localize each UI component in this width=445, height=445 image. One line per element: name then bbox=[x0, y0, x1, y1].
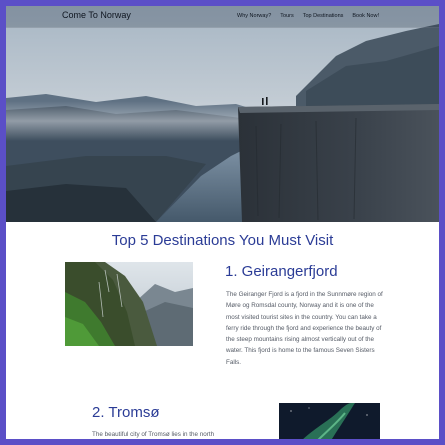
destination-title-tromso: 2. Tromsø bbox=[92, 404, 160, 421]
geirangerfjord-image bbox=[65, 262, 193, 346]
nav-link-top-destinations[interactable]: Top Destinations bbox=[303, 13, 344, 19]
hero-image bbox=[6, 6, 439, 222]
destination-title-geirangerfjord: 1. Geirangerfjord bbox=[225, 263, 338, 280]
nav-links: Why Norway? Tours Top Destinations Book … bbox=[237, 13, 379, 19]
nav-link-book-now[interactable]: Book Now! bbox=[352, 13, 379, 19]
section-title: Top 5 Destinations You Must Visit bbox=[111, 232, 334, 249]
destination-description-geirangerfjord: The Geiranger Fjord is a fjord in the Su… bbox=[226, 291, 383, 366]
navbar: Come To Norway Why Norway? Tours Top Des… bbox=[6, 6, 439, 28]
brand-link[interactable]: Come To Norway bbox=[62, 10, 131, 20]
tromso-image bbox=[279, 403, 380, 439]
nav-link-tours[interactable]: Tours bbox=[280, 13, 293, 19]
nav-link-why-norway[interactable]: Why Norway? bbox=[237, 13, 271, 19]
destination-description-tromso: The beautiful city of Tromsø lies in the… bbox=[92, 431, 215, 438]
page: Come To Norway Why Norway? Tours Top Des… bbox=[6, 6, 439, 439]
